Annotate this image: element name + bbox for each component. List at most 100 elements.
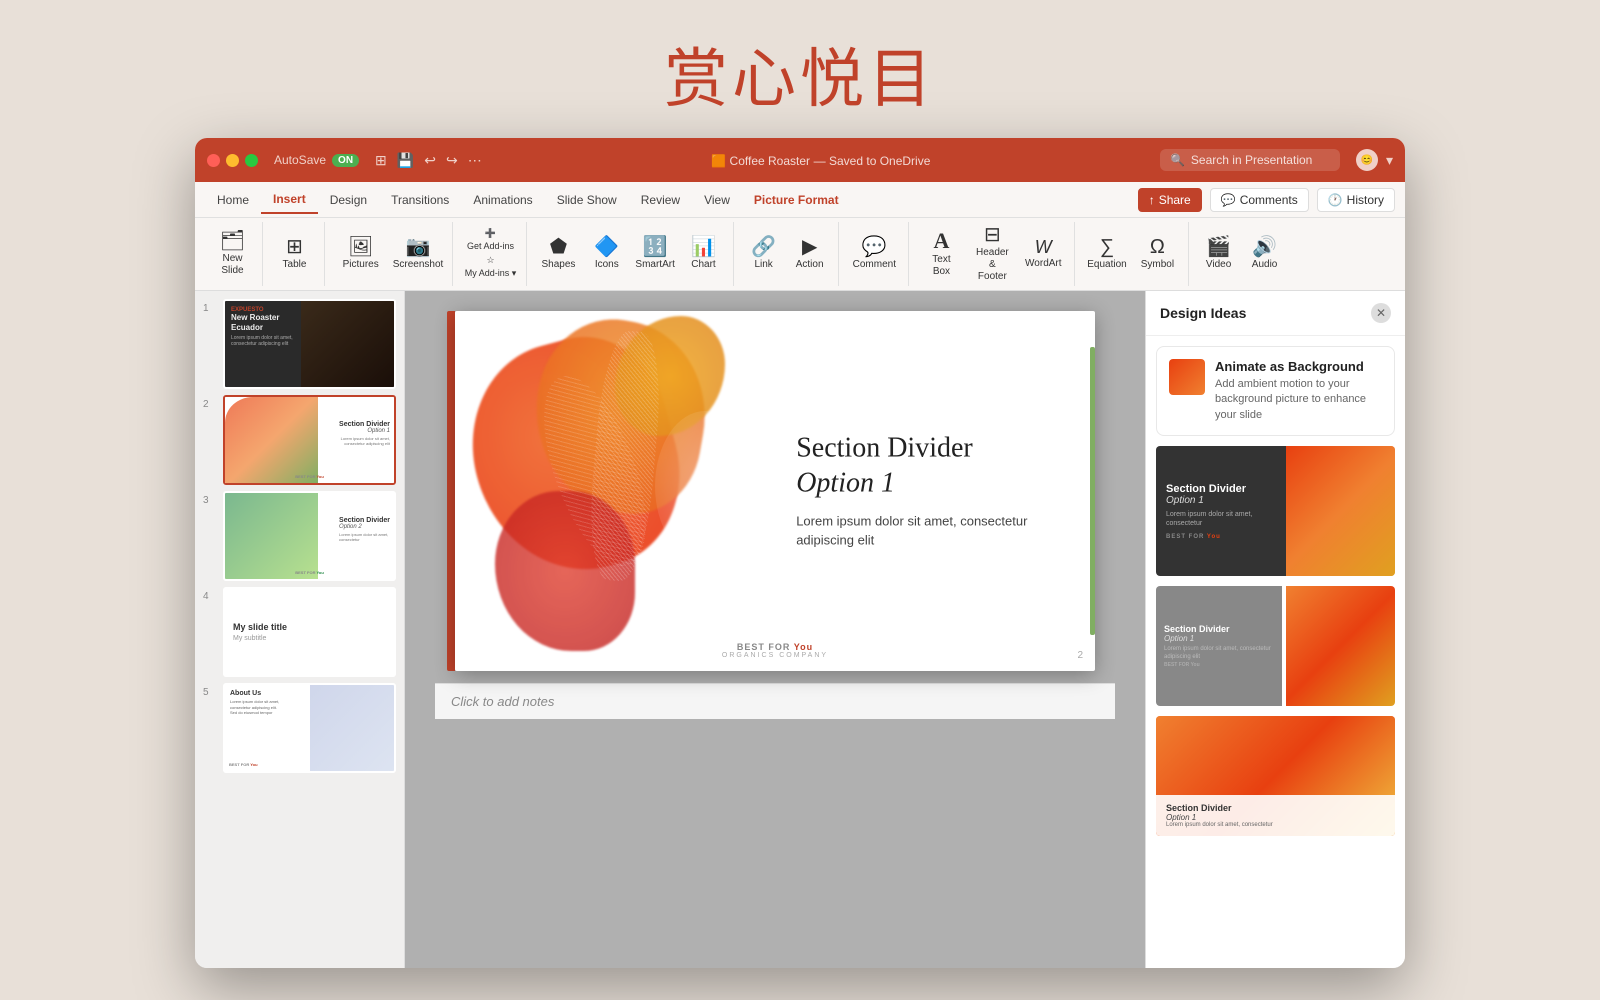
undo-icon[interactable]: ↩ xyxy=(424,152,436,169)
action-label: Action xyxy=(796,259,824,271)
tab-home[interactable]: Home xyxy=(205,187,261,213)
slide-item-1[interactable]: 1 EXPUESTO New RoasterEcuador Lorem ipsu… xyxy=(203,299,396,389)
myaddins-icon: ☆ xyxy=(486,255,494,266)
audio-button[interactable]: 🔊 Audio xyxy=(1243,233,1287,275)
design-option-2[interactable]: Section Divider Option 1 Lorem ipsum dol… xyxy=(1156,586,1395,706)
wordart-icon: W xyxy=(1035,238,1052,256)
link-label: Link xyxy=(754,259,772,271)
slide-thumb-5[interactable]: About Us Lorem ipsum dolor sit amet,cons… xyxy=(223,683,396,773)
history-button[interactable]: 🕐 History xyxy=(1317,188,1395,212)
pictures-button[interactable]: 🖼 Pictures xyxy=(333,233,388,275)
maximize-button[interactable] xyxy=(245,154,258,167)
new-slide-button[interactable]: 🗂 NewSlide xyxy=(211,226,255,282)
my-addins-button[interactable]: ☆ My Add-ins ▾ xyxy=(461,253,521,281)
tab-design[interactable]: Design xyxy=(318,187,379,213)
design-panel-header: Design Ideas ✕ xyxy=(1146,291,1405,336)
tab-picture-format[interactable]: Picture Format xyxy=(742,187,851,213)
video-button[interactable]: 🎬 Video xyxy=(1197,233,1241,275)
shapes-button[interactable]: ⬟ Shapes xyxy=(535,233,581,275)
headerfooter-button[interactable]: ⊟ Header &Footer xyxy=(968,221,1017,287)
notes-area[interactable]: Click to add notes xyxy=(435,683,1115,719)
design-card-animate[interactable]: Animate as Background Add ambient motion… xyxy=(1156,346,1395,436)
symbol-button[interactable]: Ω Symbol xyxy=(1133,233,1181,275)
audio-icon: 🔊 xyxy=(1252,237,1277,257)
slide-item-3[interactable]: 3 Section Divider Option 2 Lorem ipsum d… xyxy=(203,491,396,581)
tool-group-table: ⊞ Table xyxy=(265,222,325,286)
window-title: 🟧 Coffee Roaster — Saved to OneDrive xyxy=(490,153,1152,168)
share-button[interactable]: ↑ Share xyxy=(1138,188,1202,212)
icons-button[interactable]: 🔷 Icons xyxy=(584,233,630,275)
wordart-label: WordArt xyxy=(1025,258,1062,270)
minimize-button[interactable] xyxy=(226,154,239,167)
new-slide-label: NewSlide xyxy=(221,253,243,277)
slide-item-4[interactable]: 4 My slide title My subtitle xyxy=(203,587,396,677)
screenshot-button[interactable]: 📷 Screenshot xyxy=(390,233,445,275)
search-bar[interactable]: 🔍 Search in Presentation xyxy=(1160,149,1340,171)
design-option-1-subtitle: Option 1 xyxy=(1166,495,1276,506)
slide-thumb-2[interactable]: Section Divider Option 1 Lorem ipsum dol… xyxy=(223,395,396,485)
design-card-title: Animate as Background xyxy=(1215,359,1382,374)
tool-group-illustrations: ⬟ Shapes 🔷 Icons 🔢 SmartArt 📊 Chart xyxy=(529,222,733,286)
save-icon[interactable]: 💾 xyxy=(397,152,414,169)
smartart-button[interactable]: 🔢 SmartArt xyxy=(632,233,678,275)
slide-item-5[interactable]: 5 About Us Lorem ipsum dolor sit amet,co… xyxy=(203,683,396,773)
get-addins-button[interactable]: ➕ Get Add-ins xyxy=(463,226,518,253)
chart-icon: 📊 xyxy=(691,237,716,257)
slide-thumb-1[interactable]: EXPUESTO New RoasterEcuador Lorem ipsum … xyxy=(223,299,396,389)
wordart-button[interactable]: W WordArt xyxy=(1019,234,1068,274)
headerfooter-icon: ⊟ xyxy=(984,225,1001,245)
design-option-1[interactable]: Section Divider Option 1 Lorem ipsum dol… xyxy=(1156,446,1395,576)
slide-number-4: 4 xyxy=(203,587,217,602)
comments-icon: 💬 xyxy=(1221,193,1236,207)
design-option-1-lorem: Lorem ipsum dolor sit amet, consectetur xyxy=(1166,510,1276,528)
slide-thumb-3[interactable]: Section Divider Option 2 Lorem ipsum dol… xyxy=(223,491,396,581)
tool-group-addins: ➕ Get Add-ins ☆ My Add-ins ▾ xyxy=(455,222,528,286)
slide-item-2[interactable]: 2 Section Divider Option 1 Lorem ipsum d… xyxy=(203,395,396,485)
redo-icon[interactable]: ↪ xyxy=(446,152,458,169)
chart-button[interactable]: 📊 Chart xyxy=(680,233,726,275)
design-panel-close-button[interactable]: ✕ xyxy=(1371,303,1391,323)
window-icon[interactable]: ⊞ xyxy=(375,152,387,169)
slide-thumb-4[interactable]: My slide title My subtitle xyxy=(223,587,396,677)
slide-footer-brand: BEST FOR You ORGANICS COMPANY xyxy=(722,642,828,659)
tab-view[interactable]: View xyxy=(692,187,742,213)
comments-label: Comments xyxy=(1240,193,1298,207)
tab-insert[interactable]: Insert xyxy=(261,186,318,214)
table-button[interactable]: ⊞ Table xyxy=(273,226,317,282)
design-option-1-title: Section Divider xyxy=(1166,483,1276,495)
slide-number-1: 1 xyxy=(203,299,217,314)
slide-number-3: 3 xyxy=(203,491,217,506)
caret-icon[interactable]: ▾ xyxy=(1386,152,1393,169)
tab-review[interactable]: Review xyxy=(629,187,692,213)
symbol-label: Symbol xyxy=(1141,259,1174,271)
equation-button[interactable]: ∑ Equation xyxy=(1083,233,1131,275)
textbox-button[interactable]: A TextBox xyxy=(917,226,966,282)
design-panel-title: Design Ideas xyxy=(1160,305,1246,321)
tool-group-text: A TextBox ⊟ Header &Footer W WordArt xyxy=(911,222,1075,286)
slide-canvas[interactable]: Section Divider Option 1 Lorem ipsum dol… xyxy=(455,311,1095,671)
design-card-desc: Add ambient motion to your background pi… xyxy=(1215,377,1382,423)
pictures-icon: 🖼 xyxy=(348,237,373,257)
comments-button[interactable]: 💬 Comments xyxy=(1210,188,1309,212)
comment-button[interactable]: 💬 Comment xyxy=(847,226,902,282)
tool-group-media: 🎬 Video 🔊 Audio xyxy=(1191,222,1293,286)
tool-group-new-slide: 🗂 NewSlide xyxy=(203,222,263,286)
design-option-3[interactable]: Section Divider Option 1 Lorem ipsum dol… xyxy=(1156,716,1395,836)
tool-group-comment: 💬 Comment xyxy=(841,222,909,286)
tab-slideshow[interactable]: Slide Show xyxy=(545,187,629,213)
share-label: Share xyxy=(1159,193,1191,207)
action-button[interactable]: ▶ Action xyxy=(788,233,832,275)
symbol-icon: Ω xyxy=(1150,237,1165,257)
more-icon[interactable]: ⋯ xyxy=(468,152,482,169)
tab-transitions[interactable]: Transitions xyxy=(379,187,461,213)
slide-canvas-area[interactable]: Section Divider Option 1 Lorem ipsum dol… xyxy=(405,291,1145,968)
myaddins-label: My Add-ins ▾ xyxy=(465,268,517,279)
close-button[interactable] xyxy=(207,154,220,167)
user-avatar[interactable]: 😊 xyxy=(1356,149,1378,171)
tab-animations[interactable]: Animations xyxy=(461,187,544,213)
slide-page-num: 2 xyxy=(1077,650,1083,661)
design-option-3-overlay: Section Divider Option 1 Lorem ipsum dol… xyxy=(1156,795,1395,836)
link-button[interactable]: 🔗 Link xyxy=(742,233,786,275)
autosave-toggle[interactable]: ON xyxy=(332,154,359,167)
design-ideas-panel: Design Ideas ✕ Animate as Background Add… xyxy=(1145,291,1405,968)
